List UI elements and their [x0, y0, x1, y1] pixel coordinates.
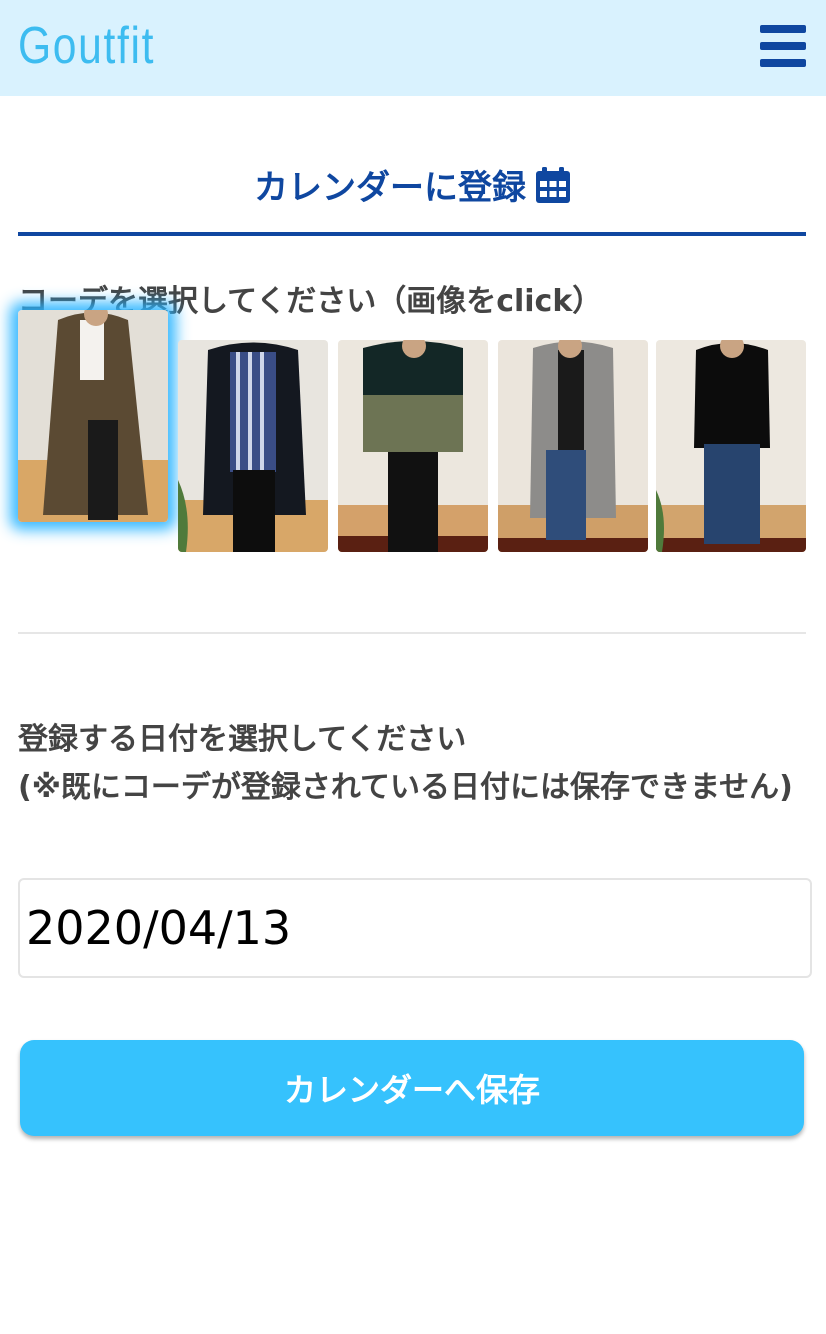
hamburger-menu-icon[interactable]: [760, 25, 806, 67]
page-title-section: カレンダーに登録: [18, 152, 806, 236]
outfit-thumbnail-1[interactable]: [18, 310, 168, 522]
page-title-text: カレンダーに登録: [254, 168, 526, 208]
date-label-line1: 登録する日付を選択してください: [18, 722, 467, 757]
date-select-label: 登録する日付を選択してください (※既にコーデが登録されている日付には保存できま…: [18, 716, 808, 812]
date-input[interactable]: [18, 878, 812, 978]
save-to-calendar-button[interactable]: カレンダーへ保存: [20, 1040, 804, 1136]
date-label-line2: (※既にコーデが登録されている日付には保存できません): [18, 770, 793, 805]
outfit-thumbnail-4[interactable]: [498, 340, 648, 552]
app-header: Goutfit: [0, 0, 826, 96]
calendar-icon: [536, 166, 570, 203]
outfit-thumbnail-5[interactable]: [656, 340, 806, 552]
outfit-thumbnail-2[interactable]: [178, 340, 328, 552]
app-logo[interactable]: Goutfit: [18, 16, 155, 76]
page-title: カレンダーに登録: [254, 160, 570, 209]
outfit-thumbnail-3[interactable]: [338, 340, 488, 552]
section-divider: [18, 632, 806, 634]
